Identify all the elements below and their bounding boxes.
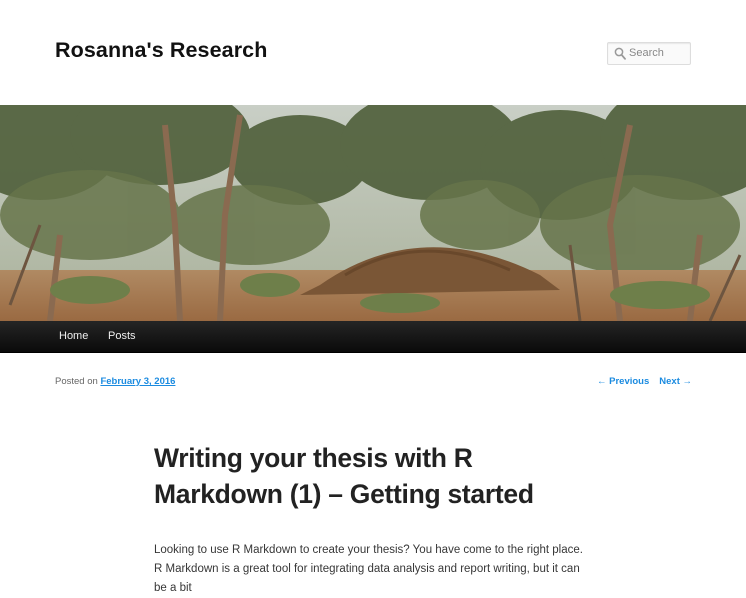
search-input[interactable]: Search [607, 42, 691, 65]
header-banner-image [0, 105, 746, 321]
site-header: Rosanna's Research Search [0, 0, 746, 105]
nav-item-posts[interactable]: Posts [108, 330, 136, 342]
post-navigation: ← Previous Next → [597, 376, 692, 387]
site-title[interactable]: Rosanna's Research [55, 38, 267, 63]
post-meta: Posted on February 3, 2016 [55, 376, 175, 387]
post-date-link[interactable]: February 3, 2016 [100, 376, 175, 387]
main-navigation: Home Posts [0, 321, 746, 353]
post-title: Writing your thesis with R Markdown (1) … [154, 443, 534, 509]
post-body: Looking to use R Markdown to create your… [154, 544, 583, 594]
next-post-link[interactable]: Next → [659, 376, 692, 387]
search-placeholder: Search [629, 47, 664, 59]
posted-on-label: Posted on [55, 376, 98, 387]
search-icon [614, 47, 626, 60]
previous-post-link[interactable]: ← Previous [597, 376, 649, 387]
nav-item-home[interactable]: Home [59, 330, 88, 342]
